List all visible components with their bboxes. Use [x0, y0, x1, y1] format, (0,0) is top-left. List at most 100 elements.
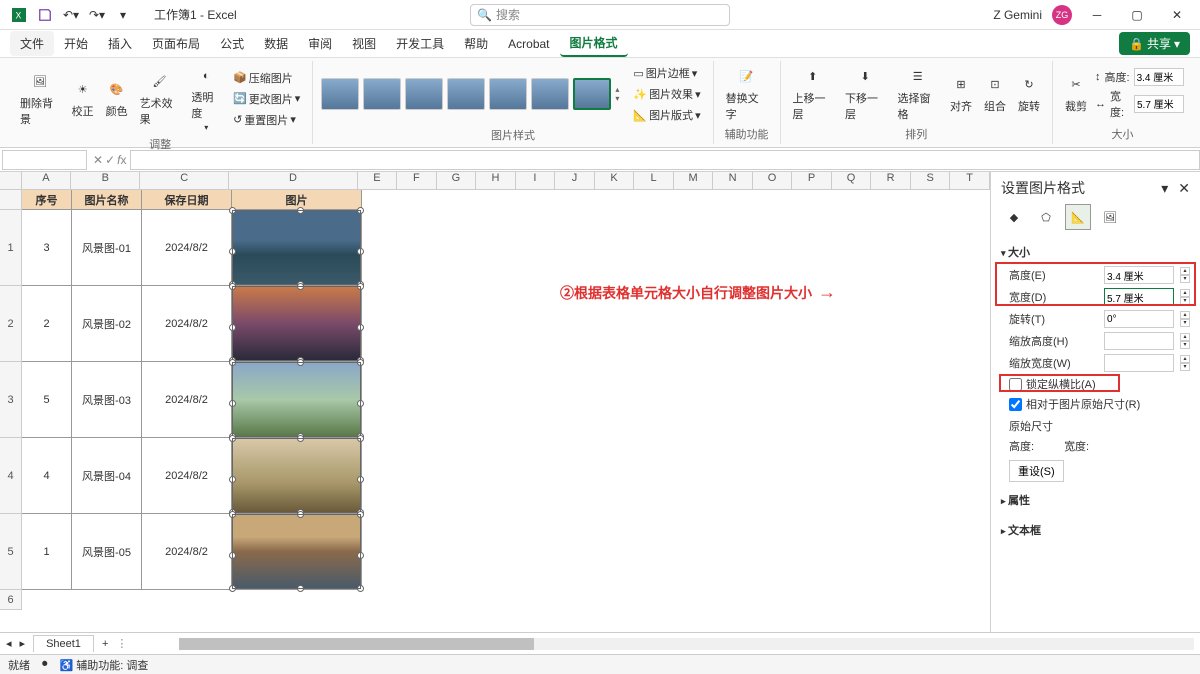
cell[interactable]: 2024/8/2 — [142, 210, 232, 286]
avatar[interactable]: ZG — [1052, 5, 1072, 25]
tab-review[interactable]: 审阅 — [298, 31, 342, 56]
col-header[interactable]: D — [229, 172, 357, 189]
col-header[interactable]: L — [634, 172, 674, 189]
sheet-nav-prev-icon[interactable]: ◂ — [6, 637, 12, 650]
formula-input[interactable] — [130, 150, 1200, 170]
col-header[interactable]: E — [358, 172, 398, 189]
close-button[interactable]: ✕ — [1162, 4, 1192, 26]
col-header[interactable]: O — [753, 172, 793, 189]
tab-page-layout[interactable]: 页面布局 — [142, 31, 210, 56]
select-all-corner[interactable] — [0, 172, 22, 189]
row-header[interactable]: 2 — [0, 286, 22, 362]
spin-down-icon[interactable]: ▾ — [1180, 341, 1190, 349]
minimize-button[interactable]: ─ — [1082, 4, 1112, 26]
group-button[interactable]: ⊡组合 — [980, 72, 1010, 116]
spin-down-icon[interactable]: ▾ — [1180, 275, 1190, 283]
search-box[interactable]: 🔍 搜索 — [470, 4, 730, 26]
cell[interactable]: 2024/8/2 — [142, 438, 232, 514]
row-header[interactable]: 4 — [0, 438, 22, 514]
col-header[interactable]: N — [713, 172, 753, 189]
tab-formulas[interactable]: 公式 — [210, 31, 254, 56]
col-header[interactable]: M — [674, 172, 714, 189]
style-thumb[interactable] — [321, 78, 359, 110]
style-thumb[interactable] — [489, 78, 527, 110]
col-header[interactable]: J — [555, 172, 595, 189]
picture-tab-icon[interactable]: 🖼 — [1097, 204, 1123, 230]
cell[interactable] — [232, 286, 362, 362]
picture-styles-gallery[interactable]: ▴▾ — [321, 78, 619, 110]
cell[interactable]: 风景图-02 — [72, 286, 142, 362]
tab-developer[interactable]: 开发工具 — [386, 31, 454, 56]
redo-icon[interactable]: ↷▾ — [86, 4, 108, 26]
style-thumb[interactable] — [573, 78, 611, 110]
tab-help[interactable]: 帮助 — [454, 31, 498, 56]
transparency-button[interactable]: ◐透明度▾ — [187, 63, 225, 134]
share-button[interactable]: 🔒 共享 ▾ — [1119, 32, 1190, 55]
spin-down-icon[interactable]: ▾ — [1180, 363, 1190, 371]
picture-object[interactable] — [233, 439, 360, 512]
tab-data[interactable]: 数据 — [254, 31, 298, 56]
sheet-nav-next-icon[interactable]: ▸ — [20, 637, 26, 650]
rotate-button[interactable]: ↻旋转 — [1014, 72, 1044, 116]
spin-up-icon[interactable]: ▴ — [1180, 355, 1190, 363]
accessibility-status[interactable]: ♿ 辅助功能: 调查 — [60, 657, 149, 673]
undo-icon[interactable]: ↶▾ — [60, 4, 82, 26]
fill-tab-icon[interactable]: ◆ — [1001, 204, 1027, 230]
horizontal-scrollbar[interactable] — [179, 638, 1194, 650]
cell[interactable] — [232, 210, 362, 286]
panel-dropdown-icon[interactable]: ▾ — [1161, 180, 1168, 196]
fx-icon[interactable]: fx — [117, 153, 126, 167]
cell[interactable]: 风景图-03 — [72, 362, 142, 438]
excel-icon[interactable]: X — [8, 4, 30, 26]
tab-insert[interactable]: 插入 — [98, 31, 142, 56]
table-header[interactable]: 序号 — [22, 190, 72, 210]
spin-down-icon[interactable]: ▾ — [1180, 297, 1190, 305]
reset-button[interactable]: 重设(S) — [1009, 460, 1064, 482]
size-tab-icon[interactable]: 📐 — [1065, 204, 1091, 230]
col-header[interactable]: B — [71, 172, 140, 189]
color-button[interactable]: 🎨颜色 — [102, 77, 132, 121]
height-input[interactable] — [1134, 68, 1184, 86]
cell[interactable]: 风景图-04 — [72, 438, 142, 514]
accept-formula-icon[interactable]: ✓ — [105, 153, 115, 167]
gallery-more-icon[interactable]: ▾ — [615, 94, 619, 103]
row-header[interactable]: 6 — [0, 590, 22, 610]
panel-rotation-input[interactable] — [1104, 310, 1174, 328]
panel-height-input[interactable] — [1104, 266, 1174, 284]
section-textbox[interactable]: 文本框 — [1001, 518, 1190, 542]
picture-object[interactable] — [233, 515, 360, 588]
picture-border-button[interactable]: ▭ 图片边框 ▾ — [629, 63, 704, 83]
section-properties[interactable]: 属性 — [1001, 488, 1190, 512]
user-name[interactable]: Z Gemini — [993, 8, 1042, 22]
col-header[interactable]: T — [950, 172, 990, 189]
worksheet-grid[interactable]: A B C D E F G H I J K L M N O P Q R S T … — [0, 172, 990, 632]
cell[interactable] — [232, 362, 362, 438]
row-header[interactable] — [0, 190, 22, 210]
col-header[interactable]: I — [516, 172, 556, 189]
picture-object[interactable] — [233, 211, 360, 284]
cell[interactable]: 4 — [22, 438, 72, 514]
row-header[interactable]: 5 — [0, 514, 22, 590]
tab-picture-format[interactable]: 图片格式 — [560, 30, 628, 57]
cell[interactable]: 3 — [22, 210, 72, 286]
style-thumb[interactable] — [405, 78, 443, 110]
tab-view[interactable]: 视图 — [342, 31, 386, 56]
table-header[interactable]: 图片名称 — [72, 190, 142, 210]
col-header[interactable]: A — [22, 172, 71, 189]
cell[interactable]: 风景图-05 — [72, 514, 142, 590]
cell[interactable]: 5 — [22, 362, 72, 438]
spin-up-icon[interactable]: ▴ — [1180, 311, 1190, 319]
spin-up-icon[interactable]: ▴ — [1180, 289, 1190, 297]
maximize-button[interactable]: ▢ — [1122, 4, 1152, 26]
picture-layout-button[interactable]: 📐 图片版式 ▾ — [629, 105, 704, 125]
col-header[interactable]: S — [911, 172, 951, 189]
spin-up-icon[interactable]: ▴ — [1180, 267, 1190, 275]
style-thumb[interactable] — [363, 78, 401, 110]
cell[interactable] — [232, 514, 362, 590]
col-header[interactable]: F — [397, 172, 437, 189]
cancel-formula-icon[interactable]: ✕ — [93, 153, 103, 167]
compress-pictures-button[interactable]: 📦 压缩图片 — [229, 68, 304, 88]
col-header[interactable]: H — [476, 172, 516, 189]
bring-forward-button[interactable]: ⬆上移一层 — [789, 64, 837, 124]
add-sheet-button[interactable]: + — [102, 638, 108, 650]
